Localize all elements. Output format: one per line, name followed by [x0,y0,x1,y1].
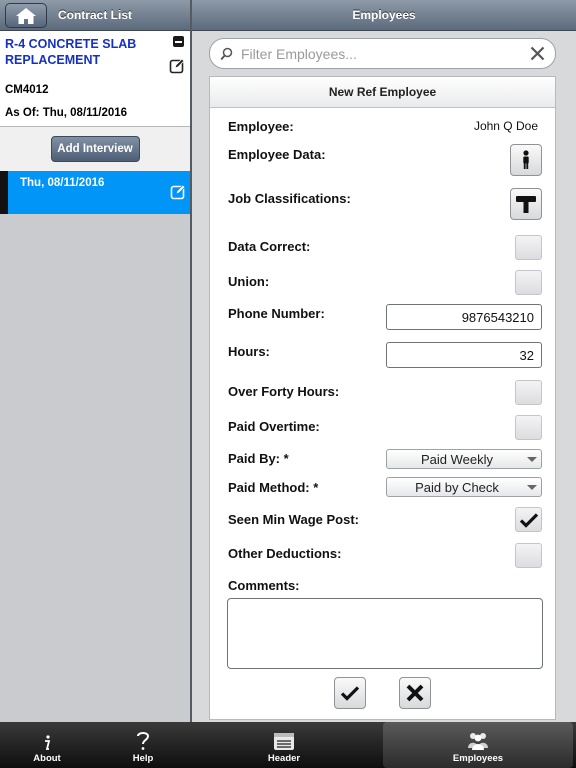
tab-header[interactable]: Header [258,722,310,768]
filter-box [209,38,556,69]
contract-list-title: Contract List [57,8,132,22]
edit-interview-icon[interactable] [170,184,186,200]
contract-list-header: Contract List [0,0,190,31]
employee-form: New Ref Employee Employee: John Q Doe Em… [209,76,556,720]
info-icon [45,735,51,750]
form-title: New Ref Employee [210,77,555,108]
filter-employees-input[interactable] [241,44,521,64]
dropdown-arrow-icon [527,485,537,490]
data-correct-checkbox[interactable] [515,235,542,260]
over-forty-hours-label: Over Forty Hours: [228,384,340,399]
clear-icon[interactable] [530,46,545,61]
hours-label: Hours: [228,344,270,359]
contract-card[interactable]: R-4 CONCRETE SLAB REPLACEMENT CM4012 As … [0,31,190,127]
paid-overtime-checkbox[interactable] [515,415,542,440]
save-button[interactable] [334,677,366,709]
comments-field[interactable] [227,598,543,669]
tab-about[interactable]: About [21,722,73,768]
contract-code: CM4012 [5,84,49,96]
interview-date: Thu, 08/11/2016 [20,177,105,189]
question-icon [137,732,150,750]
employee-data-button[interactable] [510,144,542,176]
employees-header: Employees [192,0,576,31]
seen-min-wage-post-label: Seen Min Wage Post: [228,512,359,527]
paid-by-value: Paid Weekly [420,451,493,467]
over-forty-hours-checkbox[interactable] [515,380,542,405]
person-icon [523,150,529,169]
tab-employees-label: Employees [452,753,504,764]
data-correct-label: Data Correct: [228,239,311,254]
tab-help-label: Help [132,753,154,764]
notepad-icon [274,733,294,750]
contract-as-of-date: As Of: Thu, 08/11/2016 [5,107,128,119]
tab-header-label: Header [267,753,301,764]
contract-title: R-4 CONCRETE SLAB REPLACEMENT [5,37,137,67]
employees-pane: Employees New Ref Employee Employee: Joh… [192,0,576,722]
paid-overtime-label: Paid Overtime: [228,419,320,434]
phone-number-field[interactable] [386,304,542,330]
union-checkbox[interactable] [515,270,542,295]
job-classifications-label: Job Classifications: [228,191,351,206]
checkmark-icon [340,686,360,701]
tab-bar: About Help Header Employees [0,722,576,768]
paid-by-select[interactable]: Paid Weekly [386,449,542,469]
seen-min-wage-post-checkbox[interactable] [515,507,542,532]
paid-method-label: Paid Method: * [228,480,319,495]
other-deductions-label: Other Deductions: [228,546,342,561]
close-icon [406,684,424,702]
people-icon [468,733,488,750]
job-classifications-button[interactable] [510,188,542,220]
hours-field[interactable] [386,342,542,368]
comments-label: Comments: [228,578,300,593]
dropdown-arrow-icon [527,457,537,462]
paid-method-value: Paid by Check [415,479,499,495]
employee-label: Employee: [228,119,294,134]
add-interview-area: Add Interview [0,127,190,171]
tab-employees[interactable]: Employees [383,722,573,768]
interview-list-item[interactable]: Thu, 08/11/2016 [0,171,190,214]
other-deductions-checkbox[interactable] [515,543,542,568]
employee-value: John Q Doe [473,119,538,133]
employees-title: Employees [352,8,416,22]
employee-data-label: Employee Data: [228,147,326,162]
tab-about-label: About [33,753,61,764]
hammer-icon [516,196,536,213]
checkmark-icon [519,512,538,528]
paid-by-label: Paid By: * [228,451,289,466]
home-icon [16,7,36,24]
collapse-icon[interactable] [173,36,184,47]
edit-icon[interactable] [169,58,185,74]
contract-list-pane: Contract List R-4 CONCRETE SLAB REPLACEM… [0,0,190,722]
search-icon [220,47,233,61]
home-button[interactable] [5,3,47,28]
paid-method-select[interactable]: Paid by Check [386,477,542,497]
union-label: Union: [228,274,270,289]
add-interview-button[interactable]: Add Interview [50,136,140,162]
phone-number-label: Phone Number: [228,306,325,321]
cancel-button[interactable] [399,677,431,709]
tab-help[interactable]: Help [117,722,169,768]
